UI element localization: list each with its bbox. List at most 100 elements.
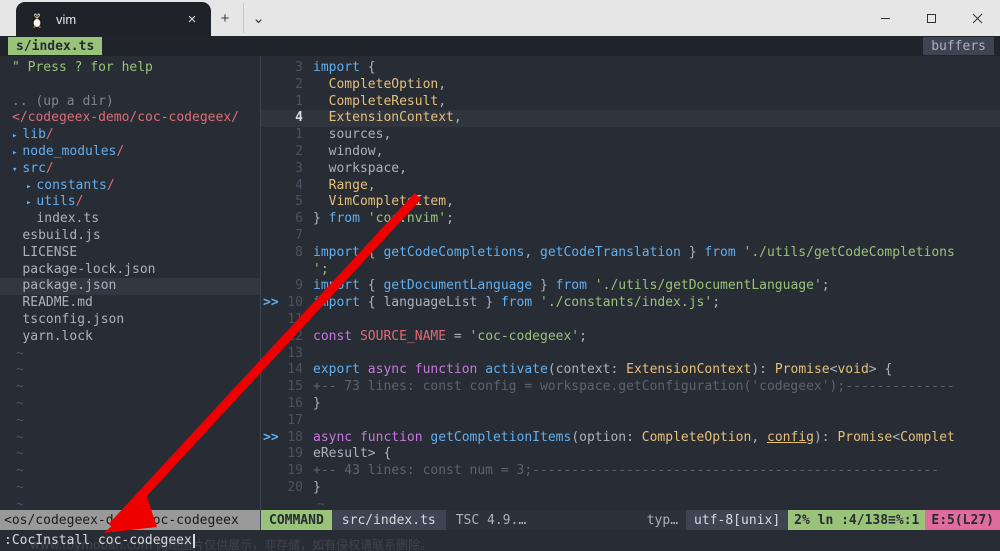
line-number: 15 xyxy=(287,379,303,395)
winbar-active-tab[interactable]: s/index.ts xyxy=(8,37,103,55)
code-line[interactable]: 4 ExtensionContext, xyxy=(261,110,1000,128)
code-line[interactable]: 11 xyxy=(261,312,1000,329)
code-text: '; xyxy=(313,261,329,277)
line-number: 18 xyxy=(287,429,303,445)
sign-column xyxy=(261,144,287,161)
window-controls xyxy=(862,0,1000,36)
sign-column xyxy=(261,127,287,144)
line-number: 2 xyxy=(295,143,303,159)
explorer-empty-row: ~ xyxy=(16,463,24,479)
explorer-item-index-ts[interactable]: index.ts xyxy=(0,211,260,228)
explorer-up-dir[interactable]: .. (up a dir) xyxy=(0,94,260,111)
explorer-item-label: constants xyxy=(36,177,107,193)
code-line[interactable]: 17 xyxy=(261,413,1000,430)
close-icon[interactable]: × xyxy=(181,8,203,30)
code-line[interactable]: 1 sources, xyxy=(261,127,1000,144)
sign-column xyxy=(261,262,287,279)
explorer-item-readme-md[interactable]: README.md xyxy=(0,295,260,312)
close-window-button[interactable] xyxy=(954,0,1000,36)
code-line[interactable]: 16} xyxy=(261,396,1000,413)
vim-command-line[interactable]: :CocInstall coc-codegeex xyxy=(0,530,1000,551)
code-text: } xyxy=(313,479,321,495)
explorer-item-src[interactable]: ▾ src/ xyxy=(0,161,260,178)
maximize-button[interactable] xyxy=(908,0,954,36)
code-line[interactable]: '; xyxy=(261,262,1000,279)
sign-column xyxy=(261,362,287,379)
chevron-right-icon[interactable]: ▸ xyxy=(12,148,17,158)
code-line[interactable]: 2 window, xyxy=(261,144,1000,161)
path-separator: / xyxy=(45,127,54,143)
line-number: 14 xyxy=(287,362,303,378)
sign-column xyxy=(261,228,287,245)
diagnostic-sign: >> xyxy=(263,295,279,311)
file-explorer[interactable]: " Press ? for help .. (up a dir) </codeg… xyxy=(0,56,260,531)
chevron-down-icon[interactable]: ▾ xyxy=(12,165,17,175)
code-line[interactable]: 5 VimCompleteItem, xyxy=(261,194,1000,211)
terminal-tab-vim[interactable]: vim × xyxy=(16,2,211,36)
chevron-down-icon[interactable]: ⌄ xyxy=(243,3,273,33)
explorer-item-package-json[interactable]: package.json xyxy=(0,278,260,296)
explorer-empty-row: ~ xyxy=(16,362,24,378)
code-line[interactable]: 12 const SOURCE_NAME = 'coc-codegeex'; xyxy=(261,329,1000,346)
explorer-item-yarn-lock[interactable]: yarn.lock xyxy=(0,329,260,346)
code-line[interactable]: >> 10 import { languageList } from './cons… xyxy=(261,295,1000,312)
minimize-button[interactable] xyxy=(862,0,908,36)
code-buffer[interactable]: 3 import {2 CompleteOption, 1 CompleteResu… xyxy=(261,56,1000,531)
explorer-item-package-lock-json[interactable]: package-lock.json xyxy=(0,262,260,279)
code-line[interactable]: 19 eResult> { xyxy=(261,446,1000,463)
code-line[interactable]: 15 +-- 73 lines: const config = workspace… xyxy=(261,379,1000,396)
code-text: export async function activate(context: … xyxy=(313,362,893,378)
explorer-item-label: yarn.lock xyxy=(22,328,93,344)
code-line[interactable]: 2 CompleteOption, xyxy=(261,77,1000,94)
code-line[interactable]: 19 +-- 43 lines: const num = 3;----------… xyxy=(261,463,1000,480)
chevron-right-icon[interactable]: ▸ xyxy=(26,198,31,208)
sign-column xyxy=(261,77,287,94)
code-line[interactable]: 9 import { getDocumentLanguage } from './… xyxy=(261,278,1000,295)
line-number: 8 xyxy=(295,244,303,260)
code-line[interactable]: 20} xyxy=(261,480,1000,497)
sign-column xyxy=(261,463,287,480)
code-line[interactable]: 3 import { xyxy=(261,60,1000,77)
chevron-right-icon[interactable]: ▸ xyxy=(12,131,17,141)
code-text: } from 'coc.nvim'; xyxy=(313,211,454,227)
code-line[interactable]: 8 import { getCodeCompletions, getCodeTra… xyxy=(261,245,1000,262)
code-line[interactable]: 14 export async function activate(context… xyxy=(261,362,1000,379)
explorer-item-lib[interactable]: ▸ lib/ xyxy=(0,127,260,144)
code-line[interactable]: >> 18 async function getCompletionItems(op… xyxy=(261,430,1000,447)
code-line[interactable]: 13 xyxy=(261,346,1000,363)
explorer-item-esbuild-js[interactable]: esbuild.js xyxy=(0,228,260,245)
explorer-item-label: esbuild.js xyxy=(22,227,101,243)
explorer-item-constants[interactable]: ▸ constants/ xyxy=(0,178,260,195)
explorer-item-label: utils xyxy=(36,194,76,210)
code-line[interactable]: 6 } from 'coc.nvim'; xyxy=(261,211,1000,228)
new-tab-button[interactable]: + xyxy=(211,3,239,33)
code-line[interactable]: 3 workspace, xyxy=(261,161,1000,178)
code-text: window, xyxy=(328,143,384,159)
line-number: 4 xyxy=(295,110,303,126)
explorer-item-license[interactable]: LICENSE xyxy=(0,245,260,262)
code-line[interactable]: 7 xyxy=(261,228,1000,245)
code-text: sources, xyxy=(328,127,392,143)
line-number: 6 xyxy=(295,211,303,227)
chevron-right-icon[interactable]: ▸ xyxy=(26,182,31,192)
code-text: +-- 73 lines: const config = workspace.g… xyxy=(313,379,955,395)
code-text: import { getDocumentLanguage } from './u… xyxy=(313,278,830,294)
code-line[interactable]: 4 Range, xyxy=(261,178,1000,195)
winbar-buffers-tab[interactable]: buffers xyxy=(923,37,994,55)
explorer-item-tsconfig-json[interactable]: tsconfig.json xyxy=(0,312,260,329)
explorer-empty-rows: ~~~~~~~~~~~ xyxy=(0,346,260,531)
statusline: <os/codegeex-demo/coc-codegeex COMMAND s… xyxy=(0,510,1000,530)
vim-winbar: s/index.ts buffers xyxy=(0,36,1000,56)
code-text: CompleteOption, xyxy=(328,76,447,92)
code-line[interactable]: 1 CompleteResult, xyxy=(261,94,1000,111)
explorer-item-utils[interactable]: ▸ utils/ xyxy=(0,194,260,211)
explorer-item-node-modules[interactable]: ▸ node_modules/ xyxy=(0,144,260,161)
status-encoding: utf-8[unix] xyxy=(686,510,789,530)
diagnostic-sign: >> xyxy=(263,429,279,445)
text-cursor xyxy=(192,533,195,548)
sign-column xyxy=(261,329,287,346)
